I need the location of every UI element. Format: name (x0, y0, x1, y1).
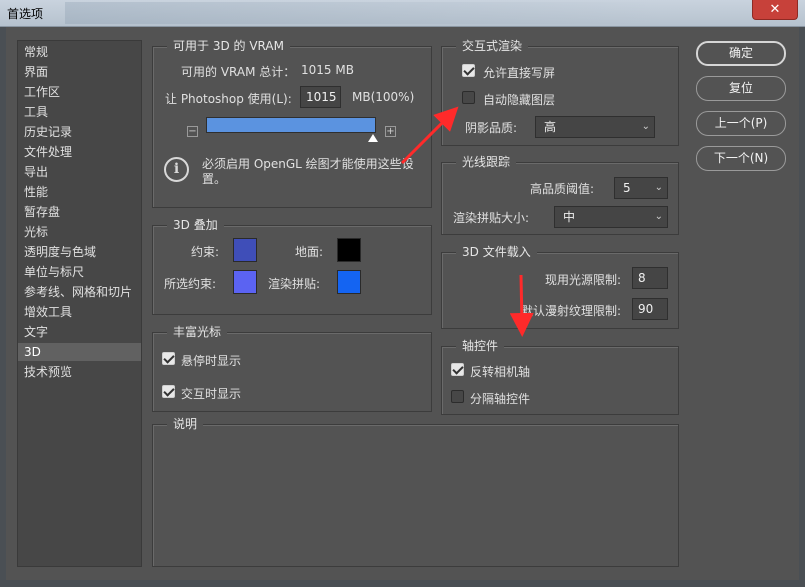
annotation-arrow-auto-hide (400, 106, 459, 165)
annotation-arrow-axis-widget (509, 274, 534, 337)
annotation-arrows (400, 106, 534, 337)
